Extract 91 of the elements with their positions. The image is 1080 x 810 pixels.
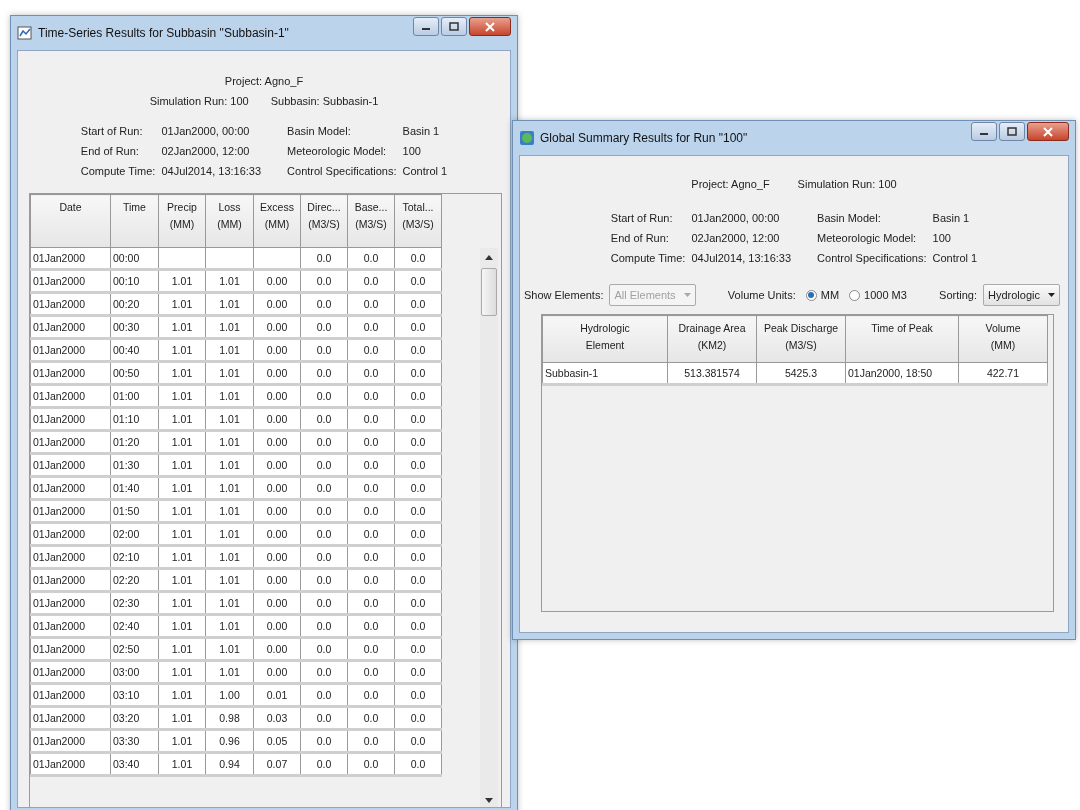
maximize-icon xyxy=(1007,127,1017,136)
table-cell: 01Jan2000 xyxy=(30,292,111,316)
detail-label: Basin Model: xyxy=(287,125,352,137)
sorting-dropdown[interactable]: Hydrologic xyxy=(983,284,1060,306)
detail-label: Meteorologic Model: xyxy=(817,232,918,244)
column-header[interactable]: Volume (MM) xyxy=(958,315,1048,363)
table-cell: 01Jan2000 xyxy=(30,384,111,408)
column-header[interactable]: Drainage Area (KM2) xyxy=(667,315,757,363)
detail-value: 04Jul2014, 13:16:33 xyxy=(161,165,262,177)
down-arrow-icon[interactable] xyxy=(485,798,493,804)
table-cell: 01Jan2000 xyxy=(30,269,111,293)
detail-label: Compute Time: xyxy=(80,165,156,177)
table-cell: 01Jan2000 xyxy=(30,476,111,500)
close-icon xyxy=(485,21,495,32)
detail-label: Compute Time: xyxy=(610,252,686,264)
table-cell: 01Jan2000 xyxy=(30,453,111,477)
table-cell: 01Jan2000 xyxy=(30,499,111,523)
detail-label: End of Run: xyxy=(610,232,670,244)
detail-value: Control 1 xyxy=(402,165,448,177)
column-header[interactable]: Date xyxy=(30,194,111,248)
close-button[interactable] xyxy=(469,17,511,36)
detail-label: Meteorologic Model: xyxy=(287,145,388,157)
detail-value: 100 xyxy=(402,145,422,157)
header-text: Project: Agno_F xyxy=(691,178,770,190)
column-header[interactable]: Direc... (M3/S) xyxy=(300,194,348,248)
detail-label: Start of Run: xyxy=(610,212,674,224)
header-text: Project: Agno_F xyxy=(224,75,304,87)
detail-value: Basin 1 xyxy=(402,125,441,137)
minimize-button[interactable] xyxy=(413,17,439,36)
detail-label: End of Run: xyxy=(80,145,140,157)
radio-option[interactable]: MM xyxy=(805,289,840,301)
table-cell: 01Jan2000 xyxy=(30,247,111,270)
table-cell: 01Jan2000 xyxy=(30,752,111,776)
close-button[interactable] xyxy=(1027,122,1069,141)
close-icon xyxy=(1043,126,1053,137)
scrollbar[interactable] xyxy=(480,248,498,807)
column-header[interactable]: Precip (MM) xyxy=(158,194,206,248)
table-cell: 01Jan2000 xyxy=(30,315,111,339)
table-cell: 01Jan2000 xyxy=(30,683,111,707)
table-cell: 01Jan2000 xyxy=(30,614,111,638)
maximize-icon xyxy=(449,22,459,31)
detail-label: Basin Model: xyxy=(817,212,882,224)
detail-label: Start of Run: xyxy=(80,125,144,137)
table-cell: 01Jan2000 xyxy=(30,338,111,362)
caret-icon xyxy=(1048,292,1055,298)
detail-value: Control 1 xyxy=(932,252,978,264)
detail-label: Control Specifications: xyxy=(817,252,927,264)
detail-value: Basin 1 xyxy=(932,212,971,224)
table-cell: 01Jan2000 xyxy=(30,729,111,753)
column-header[interactable]: Base... (M3/S) xyxy=(347,194,395,248)
header-text: Subbasin: Subbasin-1 xyxy=(270,95,379,107)
table-cell: Subbasin-1 xyxy=(542,362,668,385)
caret-icon xyxy=(683,292,691,298)
table-cell: 01Jan2000 xyxy=(30,430,111,454)
detail-value: 01Jan2000, 00:00 xyxy=(691,212,781,224)
table-cell: 01Jan2000 xyxy=(30,660,111,684)
field-label: Sorting: xyxy=(939,289,978,301)
column-header[interactable]: Loss (MM) xyxy=(205,194,254,248)
minimize-button[interactable] xyxy=(971,122,997,141)
maximize-button[interactable] xyxy=(999,122,1025,141)
detail-value: 04Jul2014, 13:16:33 xyxy=(691,252,792,264)
table-cell: 01Jan2000 xyxy=(30,545,111,569)
table-cell: 01Jan2000 xyxy=(30,591,111,615)
detail-value: 02Jan2000, 12:00 xyxy=(161,145,251,157)
column-header[interactable]: Time xyxy=(110,194,159,248)
up-arrow-icon[interactable] xyxy=(485,254,493,260)
table-cell: 01Jan2000 xyxy=(30,361,111,385)
field-label: Show Elements: xyxy=(524,289,604,301)
header-text: Simulation Run: 100 xyxy=(797,178,897,190)
maximize-button[interactable] xyxy=(441,17,467,36)
radio-option[interactable]: 1000 M3 xyxy=(849,289,907,301)
detail-value: 02Jan2000, 12:00 xyxy=(691,232,781,244)
column-header[interactable]: Hydrologic Element xyxy=(542,315,668,363)
field-label: Volume Units: xyxy=(727,289,796,301)
window-title: Time-Series Results for Subbasin "Subbasin-1" xyxy=(38,26,290,40)
column-header[interactable]: Total... (M3/S) xyxy=(394,194,442,248)
chart-icon xyxy=(17,25,33,41)
table-cell: 01Jan2000 xyxy=(30,706,111,730)
detail-label: Control Specifications: xyxy=(287,165,397,177)
detail-value: 100 xyxy=(932,232,952,244)
table-cell: 01Jan2000 xyxy=(30,522,111,546)
table-cell: 01Jan2000 xyxy=(30,637,111,661)
column-header[interactable]: Time of Peak xyxy=(845,315,959,363)
header-text: Simulation Run: 100 xyxy=(149,95,249,107)
detail-value: 01Jan2000, 00:00 xyxy=(161,125,251,137)
column-header[interactable]: Peak Discharge (M3/S) xyxy=(756,315,846,363)
table-cell: 01Jan2000 xyxy=(30,407,111,431)
scrollbar-thumb[interactable] xyxy=(481,268,497,316)
column-header[interactable]: Excess (MM) xyxy=(253,194,301,248)
table-cell: 01Jan2000 xyxy=(30,568,111,592)
window-title: Global Summary Results for Run "100" xyxy=(540,131,749,145)
